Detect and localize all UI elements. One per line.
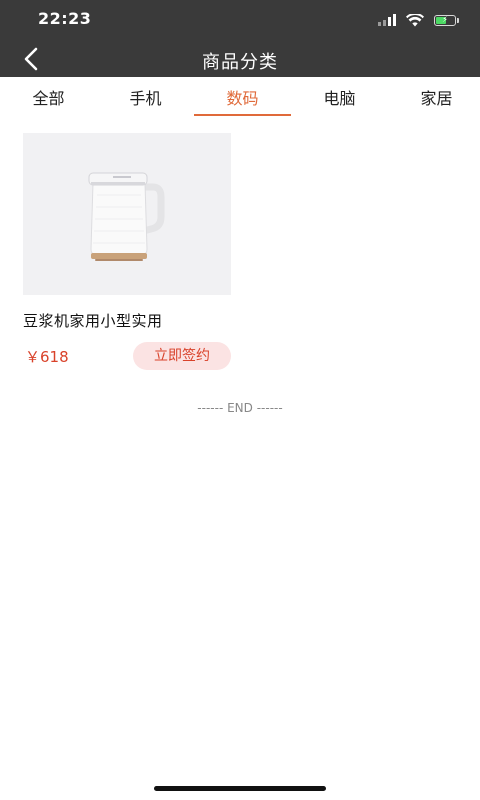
product-name: 豆浆机家用小型实用 <box>23 312 163 330</box>
tab-computers[interactable]: 电脑 <box>291 77 388 117</box>
signal-icon <box>378 14 396 26</box>
status-bar: 22:23 ⚡ <box>0 0 480 40</box>
sign-now-button[interactable]: 立即签约 <box>133 342 231 370</box>
product-card[interactable]: 豆浆机家用小型实用 ￥618 立即签约 <box>23 133 231 373</box>
status-time: 22:23 <box>38 9 92 28</box>
tab-digital[interactable]: 数码 <box>194 77 291 117</box>
status-icons: ⚡ <box>378 12 459 28</box>
product-price: ￥618 <box>25 348 69 366</box>
navigation-bar: 商品分类 <box>0 40 480 77</box>
category-tabs: 全部 手机 数码 电脑 家居 <box>0 77 480 117</box>
tab-home[interactable]: 家居 <box>388 77 480 117</box>
page-title: 商品分类 <box>202 52 278 73</box>
end-of-list-marker: ------ END ------ <box>197 401 283 415</box>
soymilk-maker-image <box>88 172 165 261</box>
tab-phones[interactable]: 手机 <box>97 77 194 117</box>
tab-all[interactable]: 全部 <box>0 77 97 117</box>
product-image[interactable] <box>23 133 231 295</box>
wifi-icon <box>406 13 424 26</box>
battery-charging-icon: ⚡ <box>434 14 459 26</box>
home-indicator[interactable] <box>154 786 326 791</box>
